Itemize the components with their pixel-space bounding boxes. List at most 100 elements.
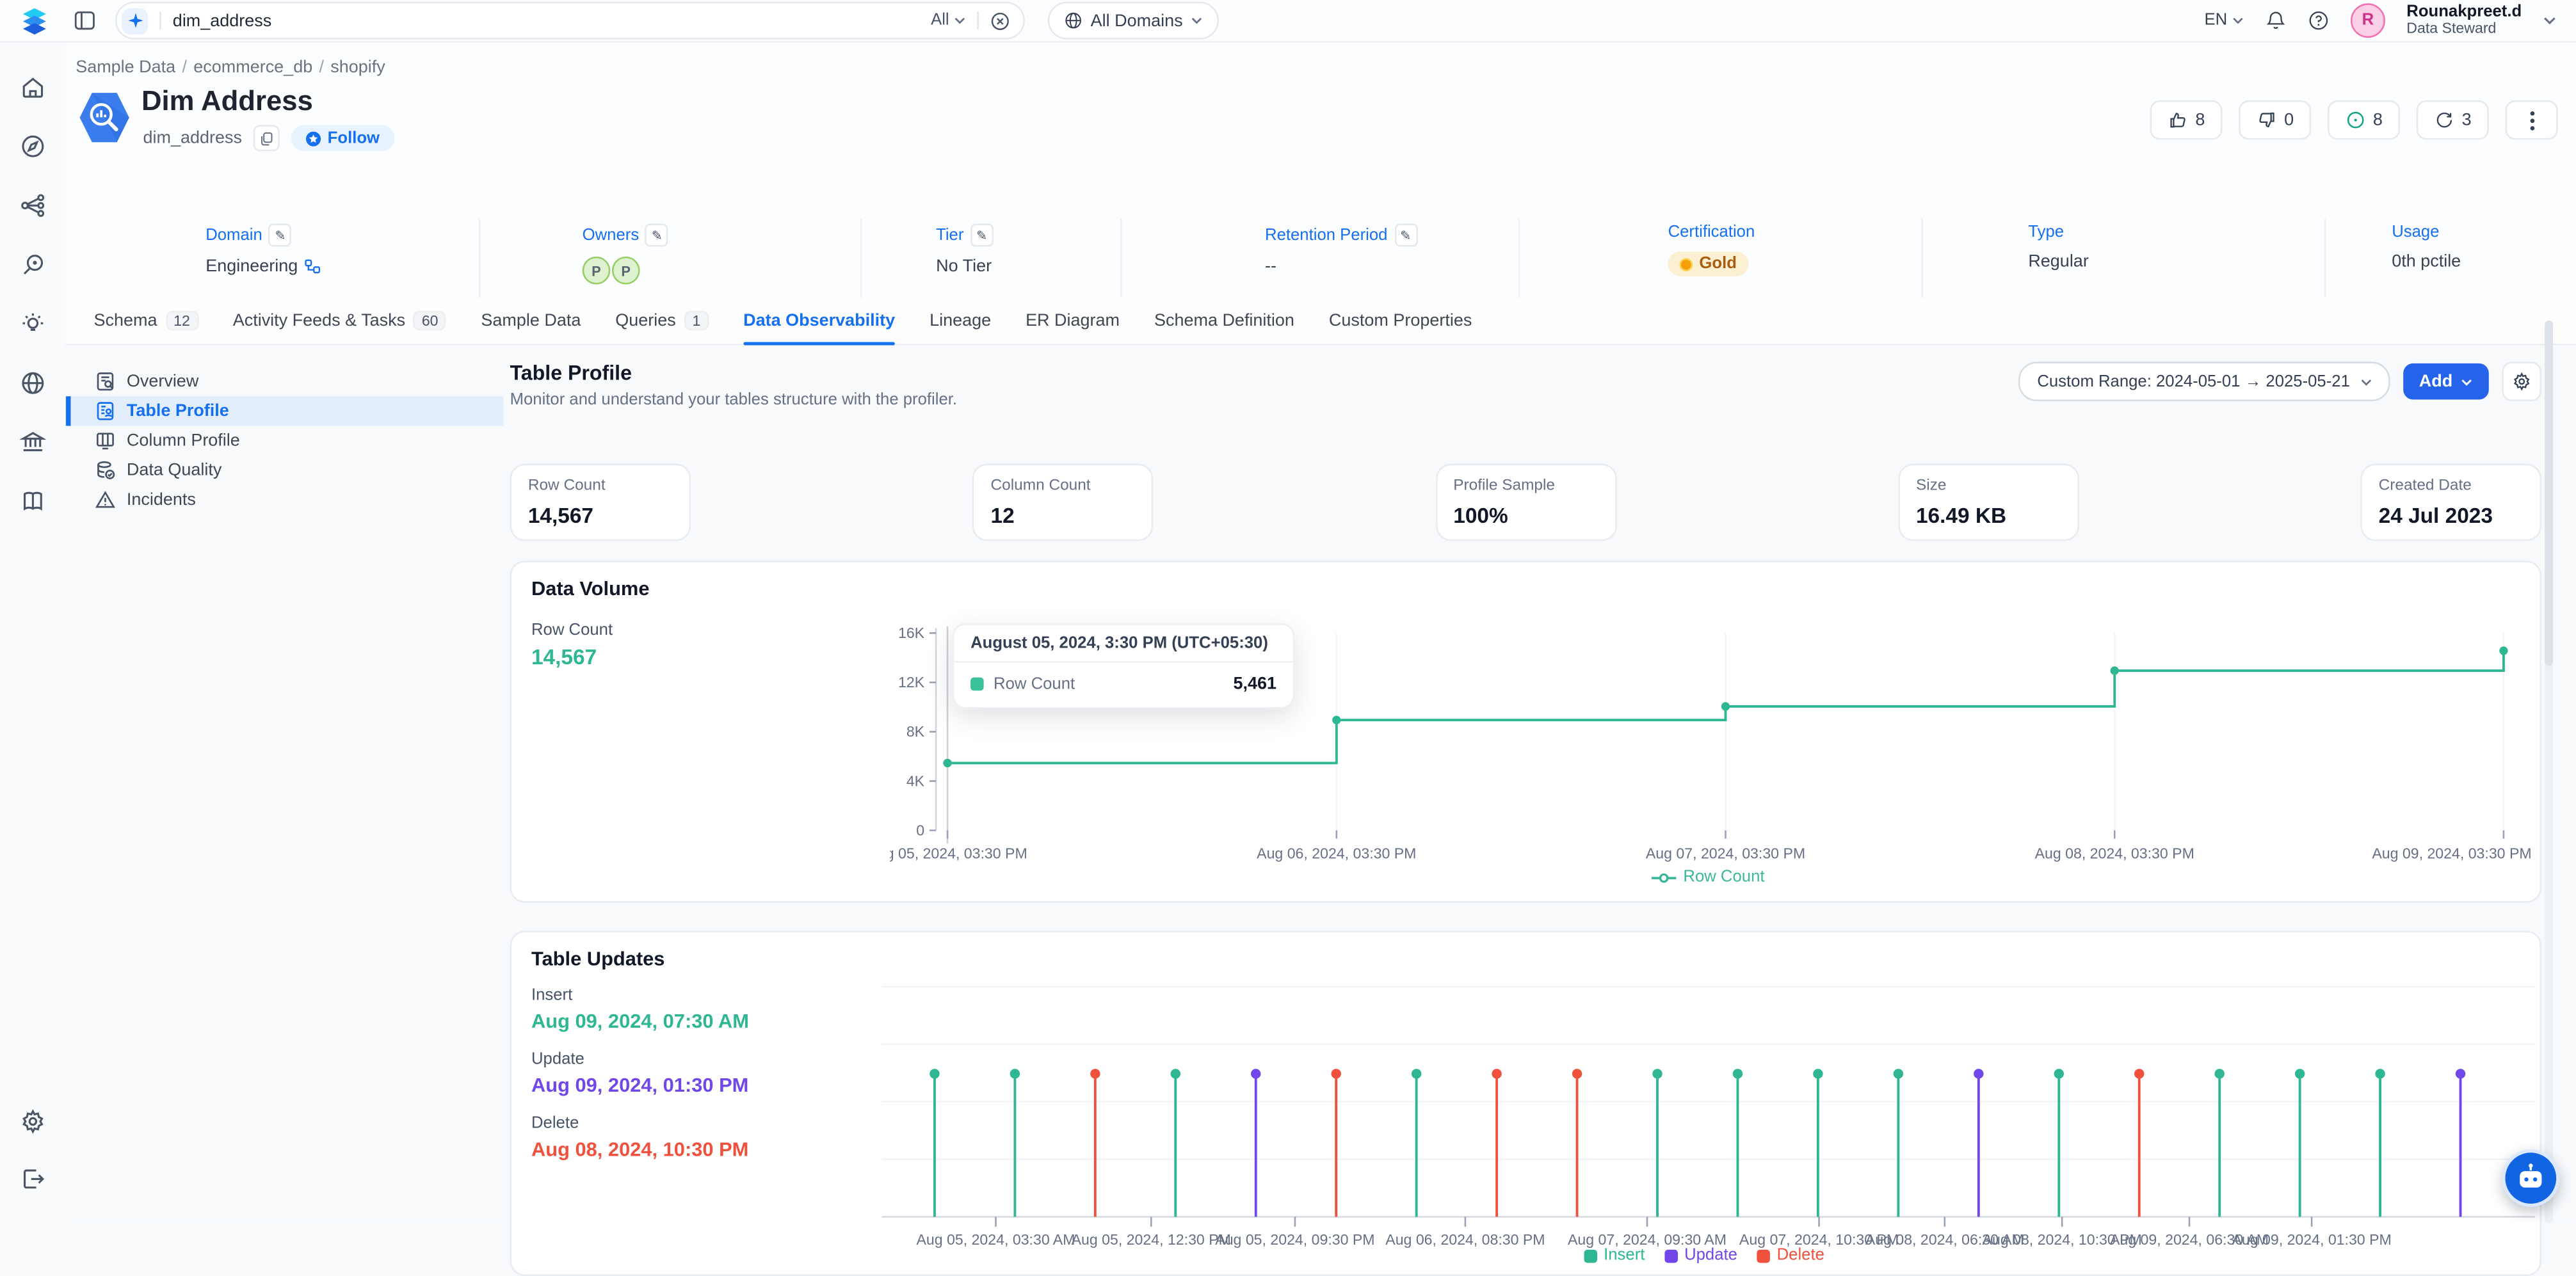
- subdomain-icon: [304, 258, 321, 275]
- edit-domain-icon[interactable]: ✎: [269, 223, 292, 246]
- sidebar-item-table-profile[interactable]: Table Profile: [66, 396, 504, 426]
- legend-item-delete[interactable]: Delete: [1757, 1247, 1824, 1264]
- glossary-book-icon[interactable]: [20, 488, 46, 514]
- edit-tier-icon[interactable]: ✎: [970, 223, 994, 246]
- tooltip-series-name: Row Count: [994, 675, 1075, 693]
- tab-er-diagram[interactable]: ER Diagram: [1026, 298, 1120, 344]
- profiler-settings-button[interactable]: [2502, 362, 2541, 401]
- help-icon[interactable]: [2308, 10, 2329, 31]
- row-count-legend[interactable]: Row Count: [890, 868, 2527, 889]
- tab-activity-feeds[interactable]: Activity Feeds & Tasks60: [233, 298, 447, 344]
- owner-avatar[interactable]: P: [583, 257, 611, 285]
- entity-tabs: Schema12 Activity Feeds & Tasks60 Sample…: [66, 298, 2576, 346]
- search-scope-dropdown[interactable]: All: [931, 12, 965, 29]
- legend-item-update[interactable]: Update: [1664, 1247, 1737, 1264]
- tab-data-observability[interactable]: Data Observability: [743, 298, 895, 344]
- svg-text:12K: 12K: [898, 674, 925, 690]
- svg-text:Aug 07, 2024, 03:30 PM: Aug 07, 2024, 03:30 PM: [1646, 845, 1805, 861]
- global-search-bar[interactable]: dim_address All: [115, 2, 1025, 40]
- meta-domain: Domain✎ Engineering: [66, 219, 481, 298]
- govern-bank-icon[interactable]: [20, 429, 46, 456]
- watch-eye-icon: [2345, 110, 2365, 130]
- legend-item-insert[interactable]: Insert: [1584, 1247, 1645, 1264]
- delete-stat: Delete Aug 08, 2024, 10:30 PM: [531, 1115, 749, 1161]
- tab-schema-definition[interactable]: Schema Definition: [1154, 298, 1294, 344]
- edit-owners-icon[interactable]: ✎: [645, 223, 668, 246]
- insights-lightbulb-icon[interactable]: [20, 311, 46, 337]
- usage-label: Usage: [2392, 223, 2439, 241]
- domains-filter-dropdown[interactable]: All Domains: [1048, 2, 1219, 40]
- owner-avatar[interactable]: P: [612, 257, 640, 285]
- edit-retention-icon[interactable]: ✎: [1394, 223, 1417, 246]
- tab-lineage[interactable]: Lineage: [930, 298, 991, 344]
- upvote-button[interactable]: 8: [2150, 100, 2222, 140]
- user-menu[interactable]: Rounakpreet.d Data Steward: [2406, 3, 2522, 38]
- sidebar-toggle-icon[interactable]: [69, 6, 99, 35]
- search-input[interactable]: dim_address: [173, 11, 931, 31]
- more-options-button[interactable]: [2506, 100, 2558, 140]
- version-button[interactable]: 3: [2417, 100, 2489, 140]
- clear-search-icon[interactable]: [990, 11, 1010, 31]
- app-logo[interactable]: [0, 6, 69, 35]
- logout-icon[interactable]: [20, 1166, 46, 1192]
- copy-icon[interactable]: [254, 125, 280, 151]
- sidebar-item-column-profile[interactable]: Column Profile: [66, 426, 504, 456]
- update-stat: Update Aug 09, 2024, 01:30 PM: [531, 1051, 749, 1097]
- meta-certification: Certification Gold: [1520, 219, 1923, 298]
- table-updates-legend[interactable]: Insert Update Delete: [865, 1247, 2543, 1267]
- downvote-button[interactable]: 0: [2239, 100, 2311, 140]
- chevron-down-icon: [954, 17, 965, 25]
- sidebar-item-incidents[interactable]: Incidents: [66, 485, 504, 514]
- chevron-down-icon: [2461, 378, 2472, 386]
- svg-text:0: 0: [916, 822, 924, 838]
- page-scrollbar-thumb[interactable]: [2545, 321, 2553, 666]
- user-avatar[interactable]: R: [2351, 3, 2385, 38]
- table-updates-stem-chart[interactable]: Aug 05, 2024, 03:30 AMAug 05, 2024, 12:3…: [865, 978, 2543, 1252]
- watch-button[interactable]: 8: [2328, 100, 2400, 140]
- chat-assistant-button[interactable]: [2502, 1149, 2559, 1207]
- lineage-pipeline-icon[interactable]: [20, 193, 46, 219]
- breadcrumb-schema[interactable]: shopify: [330, 58, 385, 77]
- type-value: Regular: [2028, 251, 2089, 271]
- section-title: Table Profile: [510, 362, 957, 385]
- tier-value: No Tier: [936, 257, 992, 276]
- notifications-bell-icon[interactable]: [2265, 10, 2286, 31]
- observability-search-icon[interactable]: [20, 251, 46, 278]
- add-button[interactable]: Add: [2403, 363, 2489, 400]
- domains-globe-icon[interactable]: [20, 370, 46, 396]
- home-icon[interactable]: [20, 74, 46, 100]
- certification-value: Gold: [1699, 255, 1737, 273]
- kebab-menu-icon: [2529, 109, 2534, 131]
- breadcrumb-service[interactable]: Sample Data: [76, 58, 175, 77]
- svg-text:Aug 06, 2024, 08:30 PM: Aug 06, 2024, 08:30 PM: [1385, 1231, 1545, 1248]
- meta-retention: Retention Period✎ --: [1122, 219, 1520, 298]
- date-range-dropdown[interactable]: Custom Range: 2024-05-01 → 2025-05-21: [2019, 362, 2389, 401]
- tab-sample-data[interactable]: Sample Data: [481, 298, 581, 344]
- table-updates-title: Table Updates: [531, 947, 664, 970]
- meta-owners: Owners✎ P P: [480, 219, 862, 298]
- sidebar-item-overview[interactable]: Overview: [66, 367, 504, 396]
- data-volume-title: Data Volume: [531, 577, 649, 600]
- watch-count: 8: [2373, 110, 2383, 130]
- legend-swatch: [1757, 1249, 1771, 1263]
- insert-stat: Insert Aug 09, 2024, 07:30 AM: [531, 987, 749, 1033]
- entity-subrow: dim_address Follow: [143, 125, 395, 151]
- chevron-down-icon[interactable]: [2543, 17, 2557, 25]
- svg-text:Aug 09, 2024, 03:30 PM: Aug 09, 2024, 03:30 PM: [2372, 845, 2531, 861]
- tab-schema[interactable]: Schema12: [93, 298, 198, 344]
- gold-medal-icon: [1680, 257, 1693, 271]
- meta-usage: Usage 0th pctile: [2326, 219, 2576, 298]
- tab-queries[interactable]: Queries1: [615, 298, 709, 344]
- language-selector[interactable]: EN: [2204, 12, 2243, 29]
- follow-button[interactable]: Follow: [291, 125, 394, 151]
- downvote-count: 0: [2284, 110, 2294, 130]
- sidebar-item-data-quality[interactable]: Data Quality: [66, 456, 504, 485]
- domain-value[interactable]: Engineering: [205, 257, 298, 276]
- breadcrumb-database[interactable]: ecommerce_db: [193, 58, 312, 77]
- svg-text:16K: 16K: [898, 625, 925, 641]
- ai-sparkle-icon[interactable]: [122, 8, 148, 34]
- settings-gear-icon[interactable]: [20, 1108, 46, 1135]
- explore-compass-icon[interactable]: [20, 133, 46, 159]
- tab-custom-properties[interactable]: Custom Properties: [1329, 298, 1472, 344]
- page-title: Dim Address: [141, 86, 313, 118]
